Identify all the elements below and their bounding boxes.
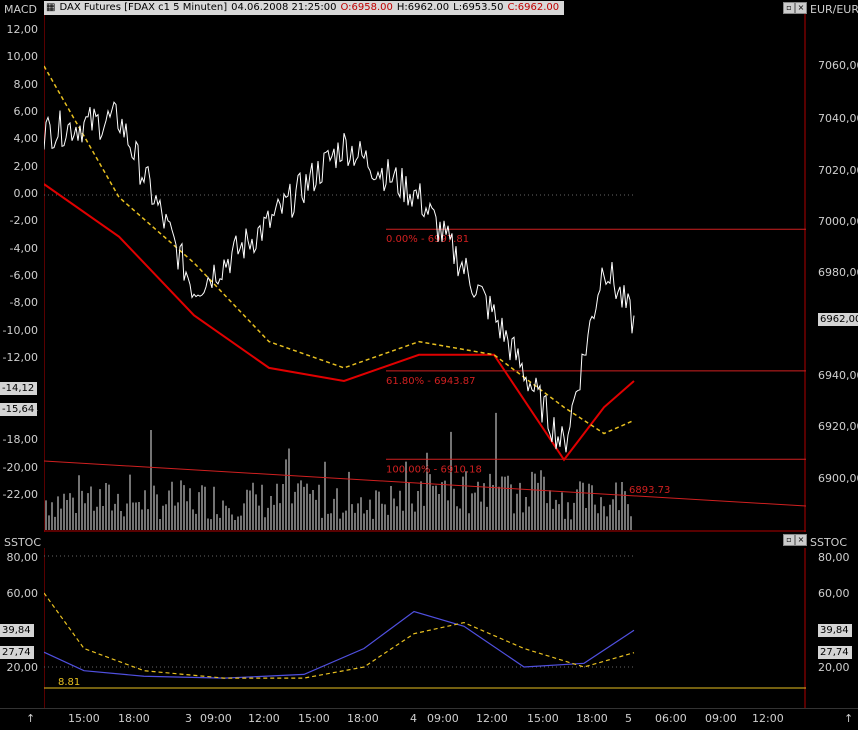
axis-tick-label: 4,00: [13, 132, 39, 145]
time-tick-label: 09:00: [200, 712, 232, 725]
time-tick-label: 5: [625, 712, 632, 725]
fib-level-label: 61.80% - 6943.87: [386, 376, 475, 387]
axis-tick-label: -18,00: [2, 433, 38, 446]
stoch-badge-right-1: 39,84: [818, 624, 852, 637]
stoch-badge-2: 27,74: [0, 646, 34, 659]
stoch-level-label: 8.81: [58, 677, 80, 688]
axis-tick-label: -22,00: [2, 488, 38, 501]
stoch-badge-1: 39,84: [0, 624, 34, 637]
axis-tick-label: 7000,00: [818, 215, 858, 228]
axis-tick-label: -12,00: [2, 351, 38, 364]
stoch-k-line: [44, 610, 635, 679]
stoch-badge-right-2: 27,74: [818, 646, 852, 659]
stoch-canvas[interactable]: 8.81: [44, 548, 806, 708]
axis-tick-label: 20,00: [6, 661, 39, 674]
scroll-up-icon[interactable]: ↑: [844, 712, 853, 725]
axis-tick-label: 0,00: [13, 187, 39, 200]
axis-tick-label: -20,00: [2, 461, 38, 474]
close-value: C:6962.00: [507, 2, 560, 13]
time-tick-label: 18:00: [576, 712, 608, 725]
currency-label: EUR/EUR: [810, 3, 858, 16]
axis-tick-label: 6,00: [13, 105, 39, 118]
axis-tick-label: 6980,00: [818, 266, 858, 279]
scroll-up-icon[interactable]: ↑: [26, 712, 35, 725]
time-axis[interactable]: 15:00 18:00 3 09:00 12:00 15:00 18:00 4 09:00 12:…: [0, 708, 858, 730]
time-tick-label: 18:00: [118, 712, 150, 725]
time-tick-label: 12:00: [752, 712, 784, 725]
chart-title-bar[interactable]: ▦ DAX Futures [FDAX c1 5 Minuten] 04.06.20…: [44, 1, 564, 15]
time-tick-label: 15:00: [68, 712, 100, 725]
close-icon[interactable]: ×: [795, 2, 807, 14]
time-tick-label: 09:00: [705, 712, 737, 725]
open-value: O:6958.00: [340, 2, 393, 13]
axis-tick-label: -8,00: [9, 296, 38, 309]
price-badge: 6962,00: [818, 313, 858, 326]
axis-tick-label: -4,00: [9, 242, 38, 255]
fib-level-label: 100.00% - 6910.18: [386, 464, 482, 475]
axis-tick-label: 60,00: [818, 587, 850, 600]
axis-tick-label: 2,00: [13, 160, 39, 173]
axis-tick-label: 7040,00: [818, 112, 858, 125]
time-tick-label: 18:00: [347, 712, 379, 725]
axis-tick-label: 80,00: [6, 551, 39, 564]
ma-red-line: [44, 183, 635, 462]
trendline-label: 6893.73: [629, 485, 670, 496]
time-tick-label: 4: [410, 712, 417, 725]
time-tick-label: 12:00: [248, 712, 280, 725]
low-value: L:6953.50: [453, 2, 504, 13]
axis-tick-label: 10,00: [6, 50, 39, 63]
main-chart-canvas[interactable]: 0.00% - 6997.81 61.80% - 6943.87 100.00% -…: [44, 14, 806, 532]
chart-icon: ▦: [46, 2, 56, 13]
axis-tick-label: 7060,00: [818, 59, 858, 72]
chart-datetime: 04.06.2008 21:25:00: [231, 2, 337, 13]
time-tick-label: 06:00: [655, 712, 687, 725]
axis-tick-label: 80,00: [818, 551, 850, 564]
fib-level-label: 0.00% - 6997.81: [386, 234, 469, 245]
main-chart-panel[interactable]: 0.00% - 6997.81 61.80% - 6943.87 100.00% -…: [44, 14, 806, 532]
time-tick-label: 15:00: [527, 712, 559, 725]
macd-badge-1: -14,12: [0, 382, 38, 395]
time-tick-label: 09:00: [427, 712, 459, 725]
close-icon[interactable]: ×: [795, 534, 807, 546]
chart-title: DAX Futures [FDAX c1 5 Minuten]: [59, 2, 228, 13]
sstoc-label-right: SSTOC: [810, 536, 848, 549]
axis-tick-label: -10,00: [2, 324, 38, 337]
axis-tick-label: 8,00: [13, 78, 39, 91]
macd-badge-2: -15,64: [0, 403, 38, 416]
time-tick-label: 3: [185, 712, 192, 725]
axis-tick-label: 6920,00: [818, 420, 858, 433]
axis-tick-label: -2,00: [9, 214, 38, 227]
macd-label: MACD: [4, 3, 37, 16]
axis-tick-label: 7020,00: [818, 164, 858, 177]
axis-tick-label: 6940,00: [818, 369, 858, 382]
axis-tick-label: -6,00: [9, 269, 38, 282]
price-line: [44, 101, 635, 453]
axis-tick-label: 20,00: [818, 661, 850, 674]
axis-tick-label: 60,00: [6, 587, 39, 600]
minimize-icon[interactable]: ▫: [783, 2, 795, 14]
high-value: H:6962.00: [396, 2, 450, 13]
axis-tick-label: 6900,00: [818, 472, 858, 485]
stoch-panel[interactable]: 8.81: [44, 548, 806, 708]
minimize-icon[interactable]: ▫: [783, 534, 795, 546]
time-tick-label: 15:00: [298, 712, 330, 725]
sstoc-label: SSTOC: [4, 536, 42, 549]
time-tick-label: 12:00: [476, 712, 508, 725]
axis-tick-label: 12,00: [6, 23, 39, 36]
